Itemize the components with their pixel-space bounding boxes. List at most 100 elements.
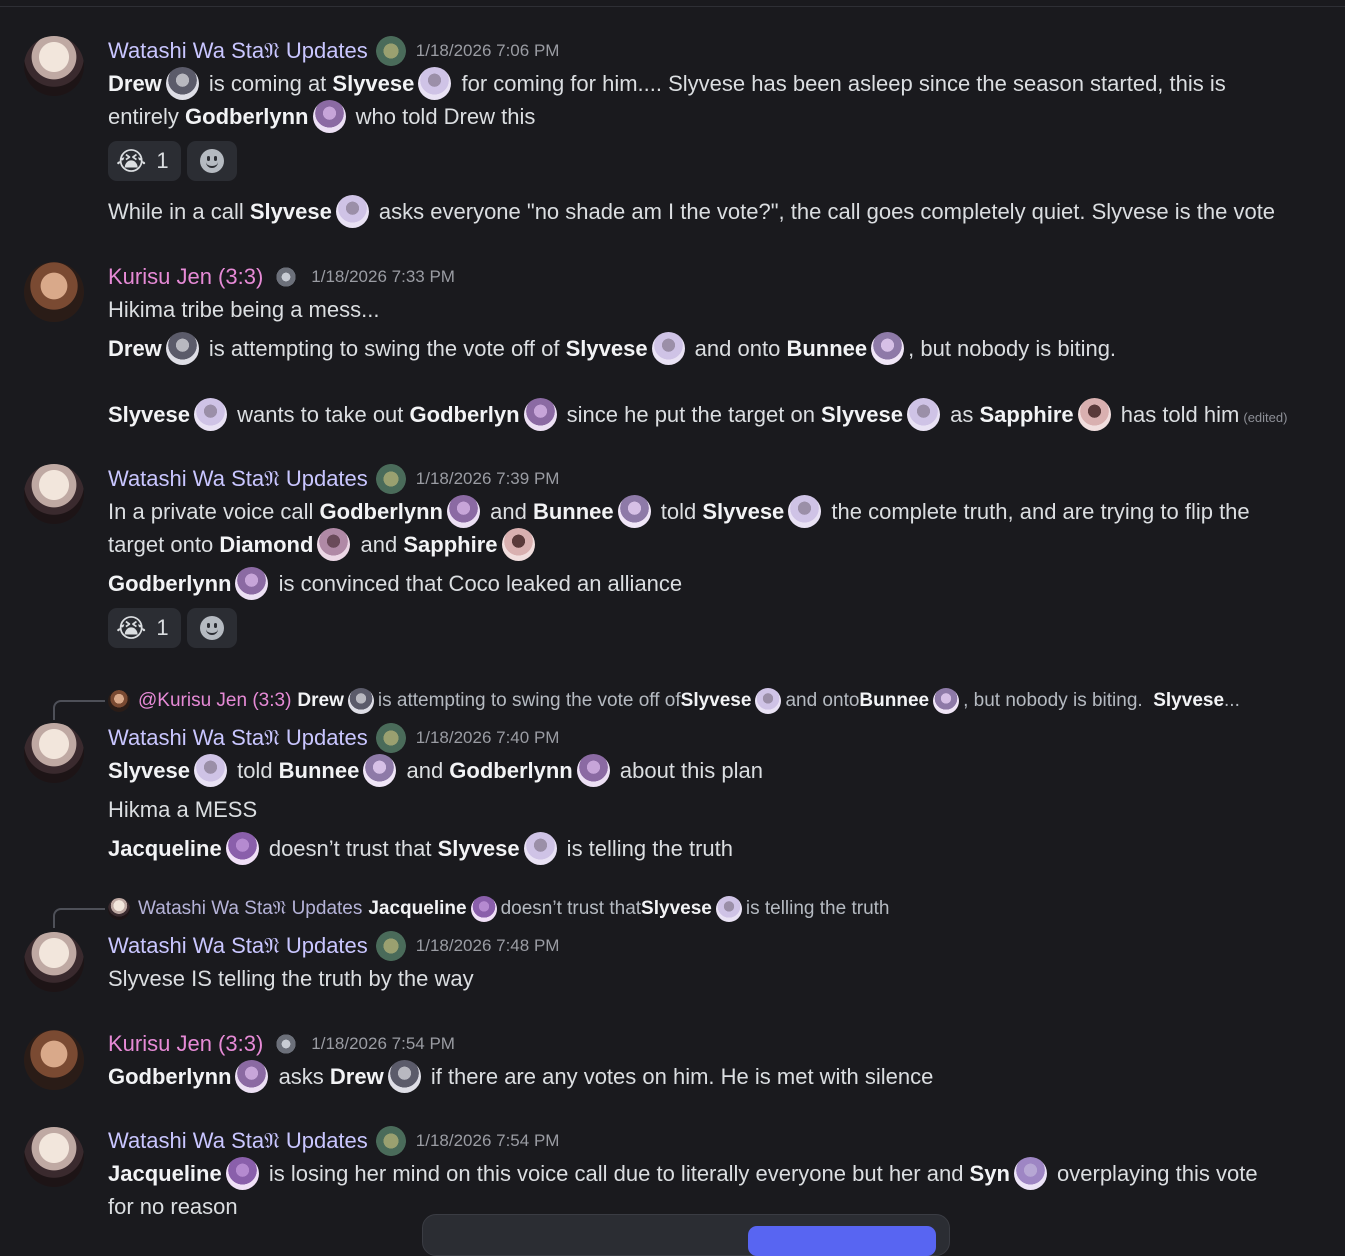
avatar[interactable] [24, 723, 84, 783]
avatar[interactable] [24, 464, 84, 524]
timestamp: 1/18/2026 7:48 PM [415, 936, 560, 955]
mention-name: Slyvese [821, 402, 904, 427]
mention-name: Godberlyn [409, 402, 520, 427]
server-tag-icon [271, 1029, 302, 1059]
username[interactable]: Kurisu Jen (3:3) [108, 1031, 263, 1057]
sapphire-emoji-icon [1077, 397, 1111, 431]
message-text: entirely Godberlynn who told Drew this [108, 99, 535, 135]
godberlynn-emoji-icon [235, 1059, 269, 1093]
mention-name: Bunnee [786, 336, 868, 361]
slyvese-emoji-icon [193, 397, 227, 431]
text: is attempting to swing the vote off of [377, 690, 681, 711]
timestamp: 1/18/2026 7:06 PM [415, 41, 560, 60]
server-tag-icon [375, 723, 406, 753]
avatar[interactable] [24, 262, 84, 322]
message-text: Jacqueline is losing her mind on this vo… [108, 1156, 1258, 1192]
jump-button[interactable] [748, 1226, 936, 1256]
text: if there are any votes on him. He is met… [424, 1064, 934, 1089]
mention-name: Bunnee [532, 499, 614, 524]
avatar[interactable] [24, 36, 84, 96]
reply-spine [53, 908, 105, 928]
message-header: Watashi Wa Sta𝔑 Updates 1/18/2026 7:54 P… [108, 1126, 559, 1156]
mention-name: Jacqueline [108, 1161, 222, 1186]
text: since he put the target on [560, 402, 822, 427]
message-header: Kurisu Jen (3:3) 1/18/2026 7:54 PM [108, 1029, 455, 1059]
server-tag-icon [375, 36, 406, 66]
mention-name: Slyvese [332, 71, 415, 96]
reactions: 😭 1 [108, 141, 237, 183]
reply-author[interactable]: @Kurisu Jen (3:3) [138, 690, 291, 712]
slyvese-emoji-icon [907, 397, 941, 431]
reply-spine [53, 700, 105, 720]
server-tag-icon [375, 464, 406, 494]
text: is telling the truth [745, 898, 890, 919]
mention-name: Slyvese [249, 199, 332, 224]
mention-name: Bunnee [859, 690, 930, 711]
reactions: 😭 1 [108, 608, 237, 650]
text: the complete truth, and are trying to fl… [825, 499, 1250, 524]
reaction-button[interactable]: 😭 1 [108, 608, 181, 648]
reply-author[interactable]: Watashi Wa Sta𝔑 Updates [138, 898, 362, 920]
drew-emoji-icon [165, 66, 199, 100]
message-text: Godberlynn is convinced that Coco leaked… [108, 566, 683, 602]
text: as [944, 402, 980, 427]
godberlynn-emoji-icon [312, 99, 346, 133]
timestamp: 1/18/2026 7:54 PM [311, 1034, 455, 1053]
text: ... [1224, 690, 1240, 711]
add-reaction-button[interactable] [186, 608, 237, 648]
mention-name: Slyvese [680, 690, 752, 711]
username[interactable]: Watashi Wa Sta𝔑 Updates [108, 1128, 368, 1154]
reaction-button[interactable]: 😭 1 [108, 141, 181, 181]
slyvese-emoji-icon [715, 896, 742, 922]
reply-preview[interactable]: Watashi Wa Sta𝔑 Updates Jacqueline doesn… [108, 896, 889, 922]
slyvese-emoji-icon [788, 494, 822, 528]
message-text: Slyvese told Bunnee and Godberlynn about… [108, 753, 763, 789]
mention-name: Drew [108, 71, 162, 96]
server-tag-icon [375, 931, 406, 961]
text: , but nobody is biting. [963, 690, 1154, 711]
text: In a private voice call [108, 499, 320, 524]
text: told [230, 758, 279, 783]
drew-emoji-icon [165, 331, 199, 365]
mention-name: Slyvese [108, 402, 190, 427]
username[interactable]: Watashi Wa Sta𝔑 Updates [108, 38, 368, 64]
syn-emoji-icon [1013, 1156, 1047, 1190]
message-text: While in a call Slyvese asks everyone "n… [108, 194, 1276, 230]
mention-name: Slyvese [565, 336, 648, 361]
username[interactable]: Watashi Wa Sta𝔑 Updates [108, 933, 368, 959]
text: wants to take out [230, 402, 410, 427]
text: entirely [108, 104, 186, 129]
message-text: In a private voice call Godberlynn and B… [108, 494, 1250, 530]
bunnee-emoji-icon [363, 753, 397, 787]
message-text: for no reason [108, 1194, 238, 1219]
text: asks everyone "no shade am I the vote?",… [372, 199, 1276, 224]
reaction-count: 1 [156, 148, 169, 173]
message-text: Drew is attempting to swing the vote off… [108, 331, 1116, 367]
mention-name: Drew [108, 336, 162, 361]
mention-name: Jacqueline [108, 836, 222, 861]
avatar[interactable] [24, 1127, 84, 1187]
username[interactable]: Kurisu Jen (3:3) [108, 264, 263, 290]
crying-face-icon: 😭 [116, 146, 147, 176]
mention-name: Drew [329, 1064, 384, 1089]
bunnee-emoji-icon [871, 331, 905, 365]
message-text: Slyvese wants to take out Godberlyn sinc… [108, 397, 1287, 434]
mention-name: Slyvese [641, 898, 712, 919]
username[interactable]: Watashi Wa Sta𝔑 Updates [108, 725, 368, 751]
text: asks [272, 1064, 330, 1089]
text: and onto [785, 690, 860, 711]
avatar[interactable] [24, 932, 84, 992]
avatar[interactable] [24, 1030, 84, 1090]
add-reaction-button[interactable] [186, 141, 237, 181]
timestamp: 1/18/2026 7:40 PM [415, 728, 560, 747]
mention-name: Syn [969, 1161, 1010, 1186]
message-text: target onto Diamond and Sapphire [108, 527, 539, 563]
username[interactable]: Watashi Wa Sta𝔑 Updates [108, 466, 368, 492]
reply-preview[interactable]: @Kurisu Jen (3:3) Drew is attempting to … [108, 688, 1240, 714]
text: overplaying this vote [1050, 1161, 1258, 1186]
text: is convinced that Coco leaked an allianc… [272, 571, 683, 596]
slyvese-emoji-icon [418, 66, 452, 100]
mention-name: Godberlynn [319, 499, 443, 524]
mention-name: Bunnee [278, 758, 360, 783]
mention-name: Diamond [219, 532, 314, 557]
